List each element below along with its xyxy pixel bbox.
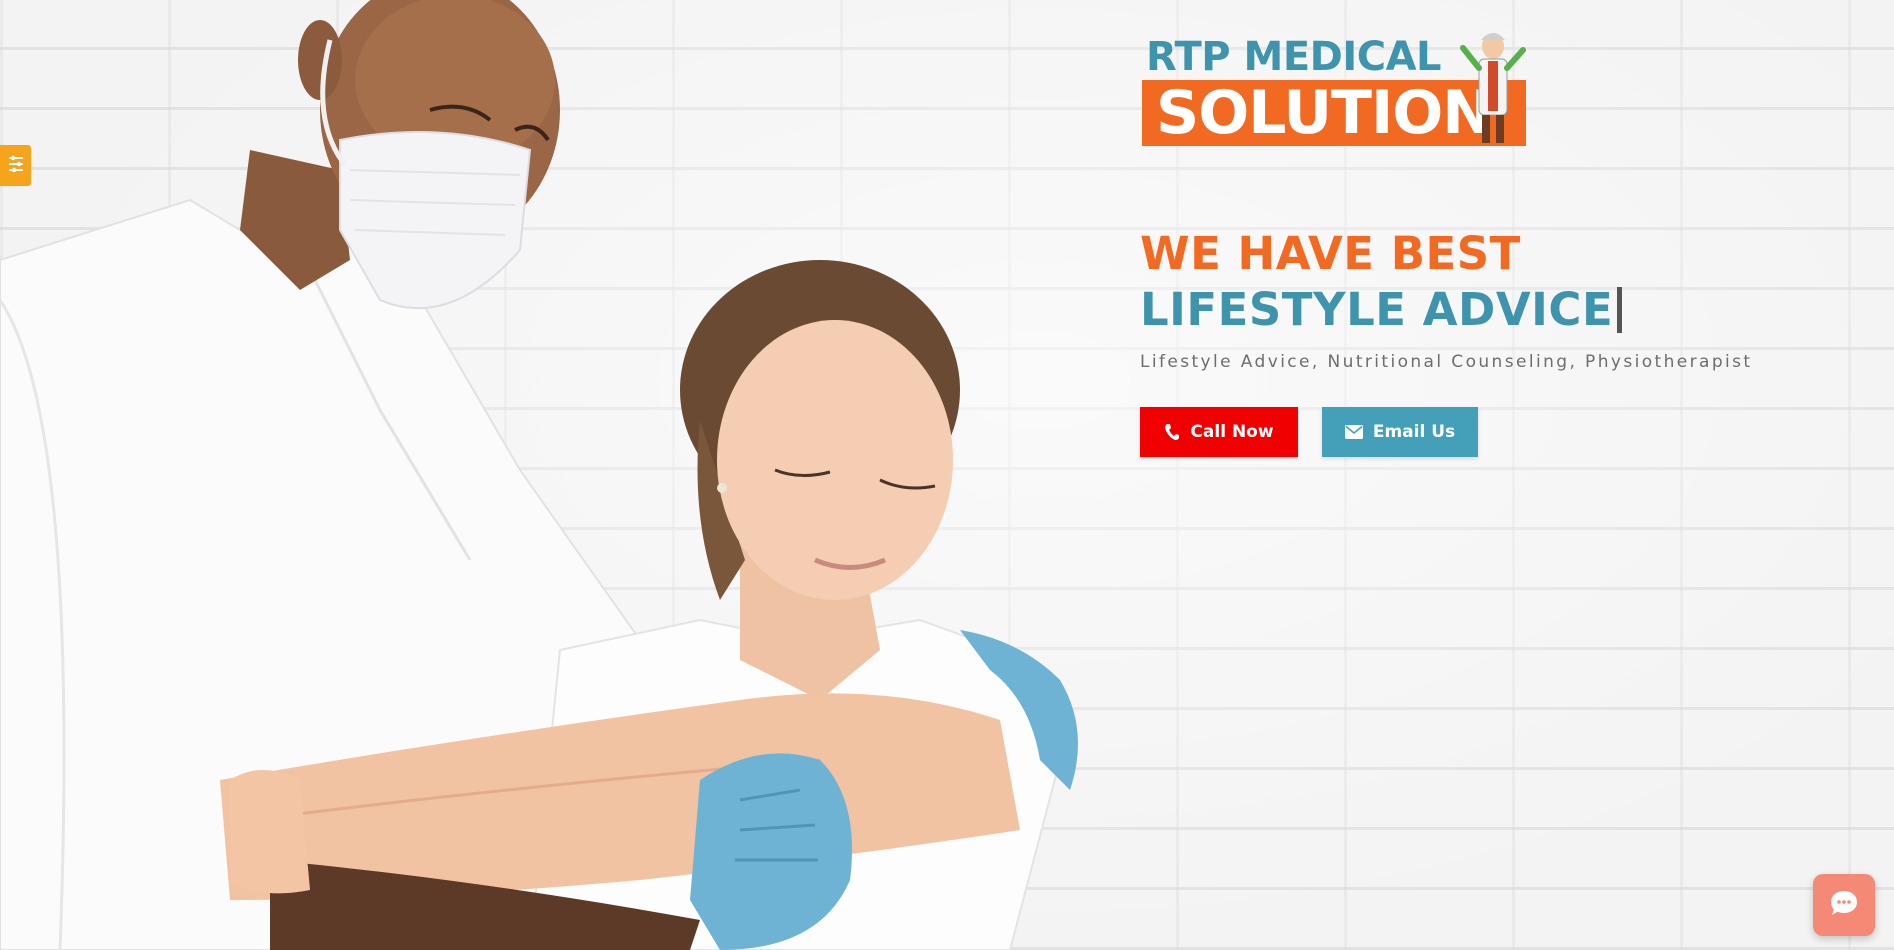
hero-actions: Call Now Email Us (1140, 407, 1478, 457)
sliders-icon (8, 154, 24, 178)
email-us-button[interactable]: Email Us (1322, 407, 1478, 457)
hero-section: WE HAVE BEST LIFESTYLE ADVICE Lifestyle … (1140, 226, 1880, 457)
chat-bubble-icon (1829, 889, 1859, 921)
call-now-label: Call Now (1190, 422, 1274, 442)
site-logo[interactable]: RTP MEDICAL SOLUTION (1142, 28, 1526, 148)
chat-widget-button[interactable] (1813, 874, 1875, 936)
headline-line-1: WE HAVE BEST (1140, 227, 1521, 280)
phone-icon (1164, 423, 1180, 441)
logo-text-top: RTP MEDICAL (1146, 34, 1442, 80)
hero-photo (0, 0, 1100, 950)
logo-text-bottom: SOLUTION (1156, 78, 1493, 148)
call-now-button[interactable]: Call Now (1140, 407, 1298, 457)
typing-cursor (1617, 287, 1623, 333)
envelope-icon (1344, 425, 1363, 439)
settings-tab[interactable] (0, 145, 31, 186)
headline-line-2-text: LIFESTYLE ADVICE (1140, 283, 1614, 336)
headline-line-2: LIFESTYLE ADVICE (1140, 282, 1880, 338)
hero-subtitle: Lifestyle Advice, Nutritional Counseling… (1140, 352, 1753, 372)
doctor-mascot-icon (1460, 28, 1526, 146)
email-us-label: Email Us (1372, 422, 1456, 442)
